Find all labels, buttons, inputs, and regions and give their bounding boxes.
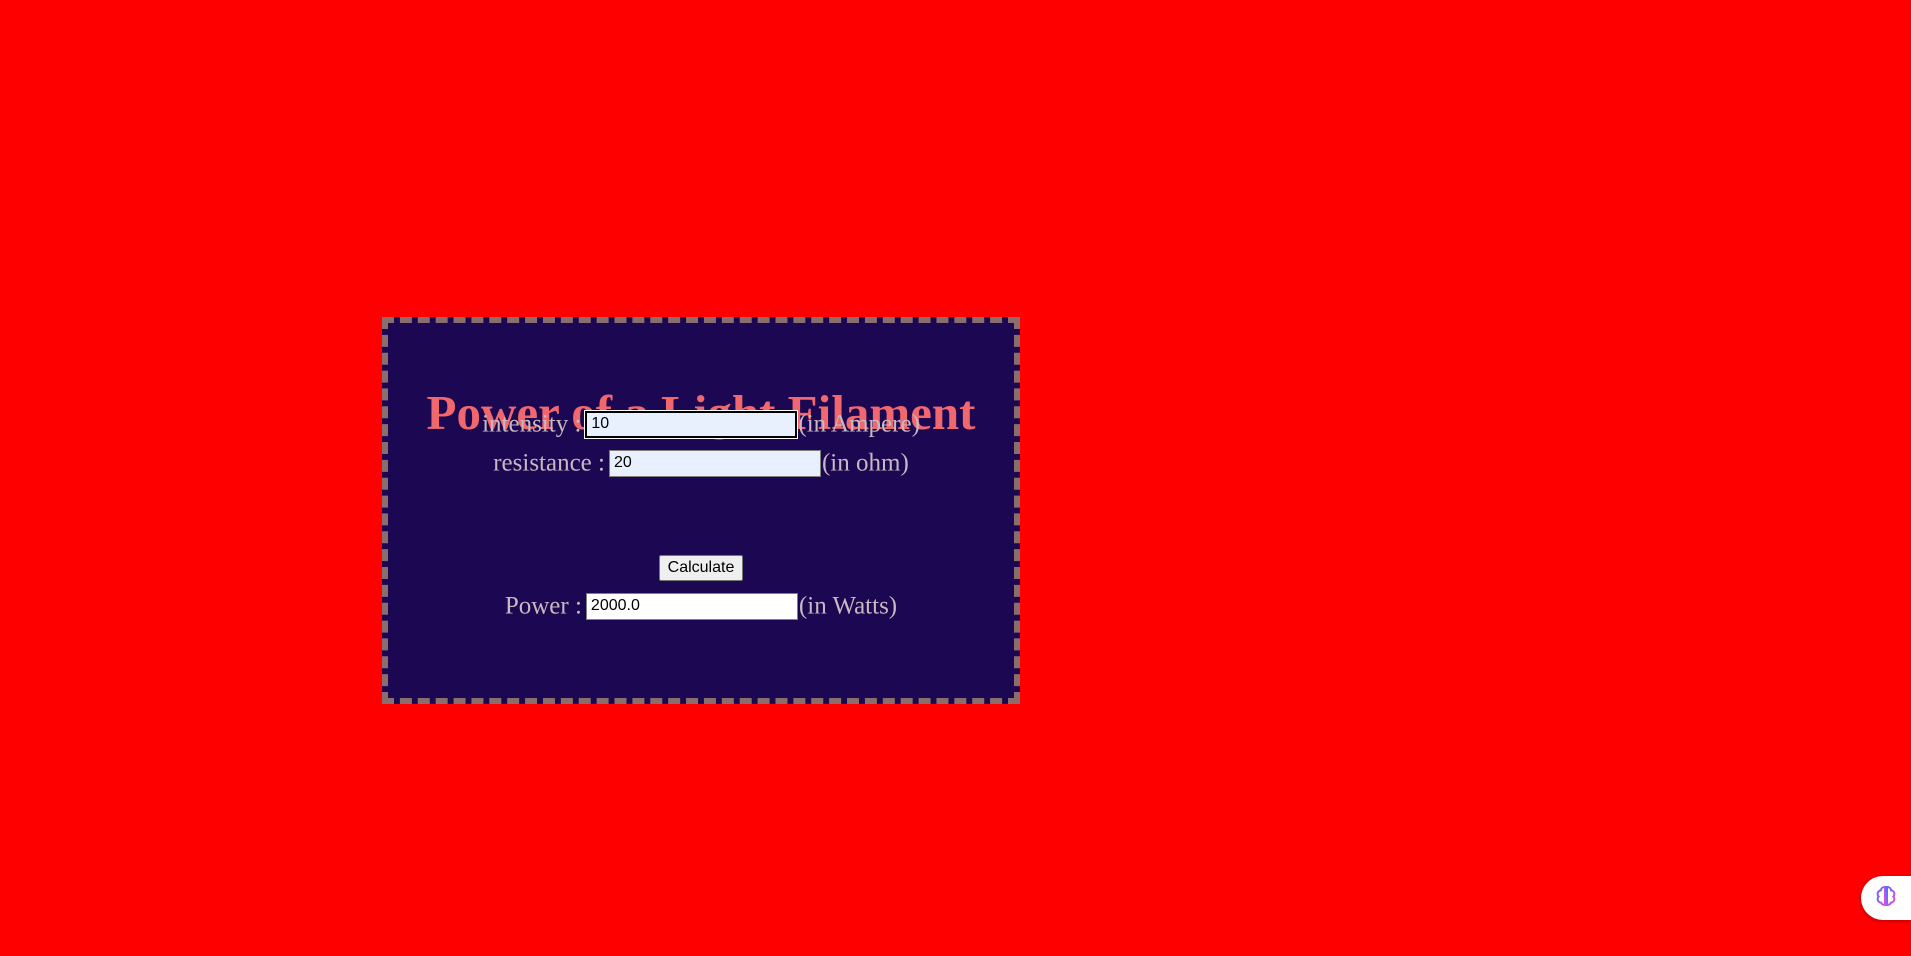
resistance-unit: (in ohm) [821, 449, 909, 477]
intensity-input[interactable] [584, 409, 799, 439]
assistant-badge[interactable] [1861, 876, 1911, 920]
calculator-panel: Power of a Light Filament intensity :(in… [382, 317, 1020, 704]
resistance-row: resistance : (in ohm) [388, 446, 1014, 479]
power-label: Power : [504, 592, 582, 620]
intensity-label: intensity : [482, 410, 582, 438]
resistance-label: resistance : [493, 449, 605, 477]
brain-icon [1873, 883, 1899, 914]
intensity-unit: (in Ampere) [798, 410, 920, 438]
calculate-button[interactable]: Calculate [658, 555, 744, 581]
intensity-row: intensity : (in Ampere) [388, 407, 1014, 440]
power-output[interactable] [585, 592, 798, 620]
resistance-input[interactable] [608, 449, 821, 477]
calculate-row: Calculate [388, 555, 1014, 581]
power-row: Power : (in Watts) [388, 589, 1014, 622]
power-unit: (in Watts) [798, 592, 898, 620]
